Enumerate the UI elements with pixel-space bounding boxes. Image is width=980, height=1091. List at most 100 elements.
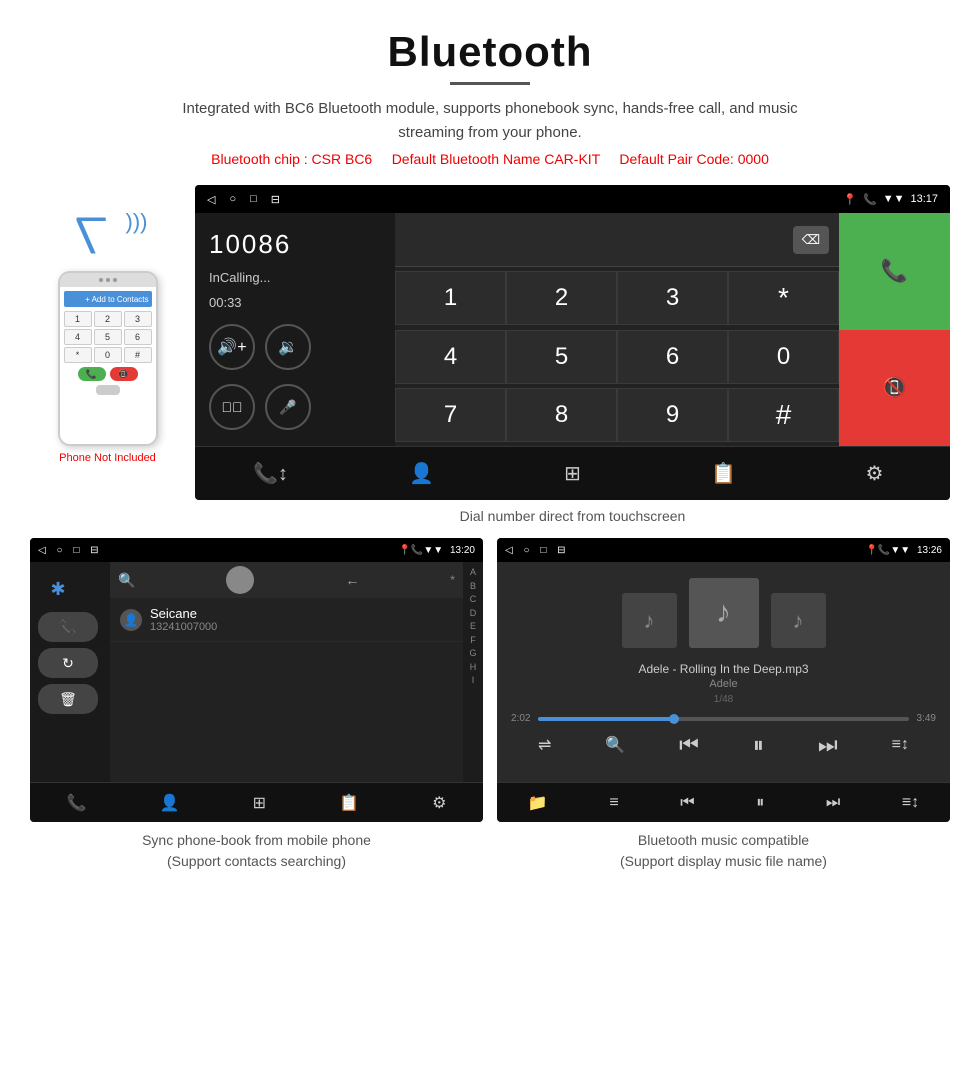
- dial-key-7[interactable]: 7: [395, 388, 506, 442]
- dial-key-2[interactable]: 2: [506, 271, 617, 325]
- dial-key-0[interactable]: 0: [728, 330, 839, 384]
- music-next-btn[interactable]: ⏭: [818, 732, 838, 758]
- pb-nav-grid[interactable]: ⊞: [253, 793, 266, 813]
- pb-alpha-a[interactable]: A: [470, 566, 476, 580]
- music-nav-recents[interactable]: □: [540, 545, 546, 556]
- phone-key-hash: #: [124, 347, 152, 363]
- location-icon: 📍: [843, 193, 857, 206]
- dial-key-1[interactable]: 1: [395, 271, 506, 325]
- volume-down-btn[interactable]: 🔉: [265, 324, 311, 370]
- phone-dot: [113, 278, 117, 282]
- pb-phone-btn[interactable]: 📞: [38, 612, 98, 642]
- nav-home-icon[interactable]: ○: [229, 193, 236, 205]
- phone-key-5: 5: [94, 329, 122, 345]
- music-progress: 2:02 3:49: [511, 713, 936, 724]
- pb-nav-back[interactable]: ◁: [38, 545, 46, 556]
- nav-recents-icon[interactable]: □: [250, 193, 257, 205]
- dial-backspace-btn[interactable]: ⌫: [793, 226, 829, 254]
- bluetooth-icon-area: ⎲ ))): [68, 205, 148, 265]
- pb-contact-number: 13241007000: [150, 621, 453, 633]
- pb-nav-phone[interactable]: 📞: [67, 793, 87, 813]
- dial-key-star[interactable]: *: [728, 271, 839, 325]
- pb-sidebar: ✱ 📞 ↻ 🗑: [30, 562, 110, 782]
- phonebook-item: ◁ ○ □ ⊟ 📍📞▼▼ 13:20 ✱ 📞 ↻ 🗑: [30, 538, 483, 872]
- music-nav-prev[interactable]: ⏮: [680, 794, 694, 812]
- music-nav-back[interactable]: ◁: [505, 545, 513, 556]
- phonebook-screen: ◁ ○ □ ⊟ 📍📞▼▼ 13:20 ✱ 📞 ↻ 🗑: [30, 538, 483, 822]
- music-time-current: 2:02: [511, 713, 530, 724]
- phone-key-3: 3: [124, 311, 152, 327]
- pb-nav-settings[interactable]: ⚙: [432, 793, 446, 813]
- phone-dot: [106, 278, 110, 282]
- title-divider: [450, 82, 530, 85]
- phone-screen-header: + Add to Contacts: [64, 291, 152, 307]
- pb-alpha-f[interactable]: F: [470, 634, 476, 648]
- pb-search-icon[interactable]: 🔍: [118, 572, 135, 589]
- dial-call-green-btn[interactable]: 📞: [839, 213, 950, 330]
- phone-mockup-container: ⎲ ))) + Add to Contacts 1 2 3 4 5 6: [30, 185, 185, 464]
- pb-alpha-d[interactable]: D: [470, 607, 477, 621]
- dial-key-8[interactable]: 8: [506, 388, 617, 442]
- pb-alpha-e[interactable]: E: [470, 620, 476, 634]
- nav-phone-btn[interactable]: 📞↕: [246, 454, 296, 494]
- phone-screen-header-text: + Add to Contacts: [85, 295, 148, 304]
- music-progress-bar[interactable]: [538, 717, 908, 721]
- music-equalizer-btn[interactable]: ≡↕: [892, 736, 909, 754]
- pb-alpha-g[interactable]: G: [469, 647, 476, 661]
- volume-up-btn[interactable]: 🔊+: [209, 324, 255, 370]
- mic-btn[interactable]: 🎤: [265, 384, 311, 430]
- phone-key-6: 6: [124, 329, 152, 345]
- pb-nav-transfer[interactable]: 📋: [339, 793, 359, 813]
- dial-key-5[interactable]: 5: [506, 330, 617, 384]
- dial-key-4[interactable]: 4: [395, 330, 506, 384]
- pb-alpha-b[interactable]: B: [470, 580, 476, 594]
- call-buttons: 🔊+ 🔉: [209, 324, 381, 370]
- nav-messages-btn[interactable]: 📋: [699, 454, 749, 494]
- dial-end-call-btn[interactable]: 📵: [839, 330, 950, 447]
- music-shuffle-btn[interactable]: ⇌: [538, 735, 551, 755]
- pb-contact-info: Seicane 13241007000: [150, 606, 453, 633]
- music-search-btn[interactable]: 🔍: [605, 735, 625, 755]
- transfer-btn[interactable]: ↗⃞: [209, 384, 255, 430]
- music-nav-eq[interactable]: ≡↕: [902, 794, 919, 812]
- pb-main: 🔍 ← * 👤 Seicane 13241007000: [110, 562, 463, 782]
- pb-nav-recents[interactable]: □: [73, 545, 79, 556]
- pb-alpha-c[interactable]: C: [470, 593, 477, 607]
- music-play-pause-btn[interactable]: ⏸: [753, 732, 764, 758]
- music-nav-list[interactable]: ≡: [609, 794, 618, 812]
- pb-nav-misc[interactable]: ⊟: [90, 545, 98, 556]
- dial-key-9[interactable]: 9: [617, 388, 728, 442]
- dial-key-3[interactable]: 3: [617, 271, 728, 325]
- nav-screenshot-icon[interactable]: ⊟: [271, 193, 280, 206]
- dial-key-6[interactable]: 6: [617, 330, 728, 384]
- music-caption-line2: (Support display music file name): [620, 853, 827, 869]
- pb-bluetooth-icon: ✱: [38, 572, 78, 606]
- pb-contact-item[interactable]: 👤 Seicane 13241007000: [110, 598, 463, 642]
- music-screen: ◁ ○ □ ⊟ 📍📞▼▼ 13:26 ♪ ♪ ♪ Adele - Rolling…: [497, 538, 950, 822]
- nav-settings-btn[interactable]: ⚙: [850, 454, 900, 494]
- music-controls: ⇌ 🔍 ⏮ ⏸ ⏭ ≡↕: [511, 732, 936, 764]
- music-album-small-left: ♪: [622, 593, 677, 648]
- bluetooth-symbol-icon: ⎲: [76, 213, 107, 256]
- nav-back-icon[interactable]: ◁: [207, 193, 215, 206]
- pb-nav-home[interactable]: ○: [56, 545, 62, 556]
- phone-key-1: 1: [64, 311, 92, 327]
- pb-back-arrow[interactable]: ←: [345, 572, 359, 588]
- phone-end-btn: 📵: [110, 367, 138, 381]
- music-nav-play[interactable]: ⏸: [756, 794, 764, 812]
- nav-keypad-btn[interactable]: ⊞: [548, 454, 598, 494]
- dial-key-hash[interactable]: #: [728, 388, 839, 442]
- nav-contacts-btn[interactable]: 👤: [397, 454, 447, 494]
- pb-sync-btn[interactable]: ↻: [38, 648, 98, 678]
- music-prev-btn[interactable]: ⏮: [679, 732, 699, 758]
- pb-delete-btn[interactable]: 🗑: [38, 684, 98, 714]
- pb-alpha-i[interactable]: I: [472, 674, 475, 688]
- pb-alpha-h[interactable]: H: [470, 661, 477, 675]
- music-nav-folder[interactable]: 📁: [528, 793, 548, 813]
- music-bar-fill: [538, 717, 679, 721]
- music-nav-misc[interactable]: ⊟: [557, 545, 565, 556]
- music-time: 13:26: [917, 545, 942, 556]
- pb-nav-contacts[interactable]: 👤: [160, 793, 180, 813]
- music-nav-next[interactable]: ⏭: [826, 794, 840, 812]
- music-nav-home[interactable]: ○: [523, 545, 529, 556]
